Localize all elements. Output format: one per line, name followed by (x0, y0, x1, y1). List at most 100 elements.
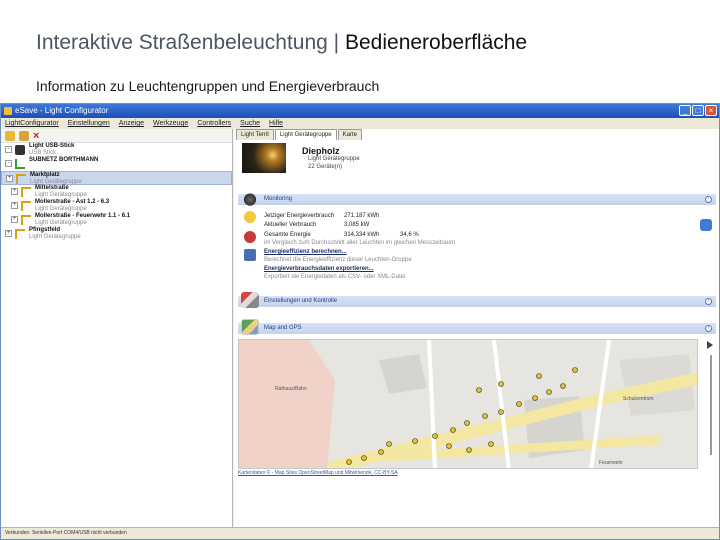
menu-controllers[interactable]: Controllers (197, 118, 231, 129)
menu-werkzeuge[interactable]: Werkzeuge (153, 118, 188, 129)
pan-arrow-icon[interactable] (707, 341, 713, 349)
tree-item-type: Light Gerätegruppe (35, 192, 87, 198)
maximize-button[interactable]: □ (692, 105, 704, 116)
energy-label: Gesamte Energie (264, 232, 311, 238)
map-controls (705, 339, 717, 469)
lamp-marker[interactable] (432, 433, 438, 439)
open-folder-icon[interactable] (19, 131, 29, 141)
section-map[interactable]: Map and GPS › (238, 319, 716, 335)
collapse-icon[interactable]: - (5, 160, 12, 167)
lamp-marker[interactable] (498, 381, 504, 387)
menu-einstellungen[interactable]: Einstellungen (68, 118, 110, 129)
map-icon (241, 319, 259, 335)
tree-item-name: Mollerstraße - Ast 1.2 - 6.3 (35, 199, 110, 205)
tree-item[interactable]: + Mollerstraße - Ast 1.2 - 6.3 Light Gerät… (1, 199, 232, 213)
map-credit-link[interactable]: Kartendaten © - Map Sites OpenStreetMap … (238, 470, 398, 476)
expand-icon[interactable]: + (11, 216, 18, 223)
slide-title-emphasis: Bedieneroberfläche (344, 31, 528, 54)
expand-icon[interactable]: + (5, 230, 12, 237)
lamp-marker[interactable] (378, 449, 384, 455)
tree-item[interactable]: + Pfingstfeld Light Gerätegruppe (1, 227, 232, 241)
tab-light-geraetegruppe[interactable]: Light Gerätegruppe (274, 129, 337, 140)
delete-icon[interactable]: × (33, 131, 43, 142)
lamp-marker[interactable] (498, 409, 504, 415)
close-button[interactable]: × (705, 105, 717, 116)
section-monitoring[interactable]: Monitoring › (238, 190, 716, 206)
menu-lightconfigurator[interactable]: LightConfigurator (5, 118, 59, 129)
section-settings[interactable]: Einstellungen und Kontrolle › (238, 292, 716, 308)
tree-item[interactable]: - Light USB-Stick USB Stick (1, 143, 232, 157)
cable-icon (241, 292, 259, 308)
map-label: Feuerwehr (599, 460, 623, 466)
section-map-label: Map and GPS (264, 325, 302, 331)
slide-subtitle: Information zu Leuchtengruppen und Energ… (36, 78, 380, 94)
lamp-marker[interactable] (464, 420, 470, 426)
tab-karte[interactable]: Karte (337, 129, 362, 140)
lamp-marker[interactable] (516, 401, 522, 407)
tree-item-name: SUBNETZ BORTHMANN (29, 157, 99, 163)
map-label: Schulzentrum (623, 396, 654, 402)
chart-icon (244, 249, 256, 261)
lamp-marker[interactable] (466, 447, 472, 453)
detail-tabs: Light Territ Light Gerätegruppe Karte (234, 129, 362, 140)
status-bar: Verbunden: Seriellen-Port COM4/USB nicht… (1, 527, 719, 539)
expand-icon[interactable]: + (6, 175, 13, 182)
lamp-marker[interactable] (546, 389, 552, 395)
lamp-marker[interactable] (560, 383, 566, 389)
group-photo (242, 143, 286, 173)
park-area (239, 340, 335, 468)
energy-percent: 34,6 % (400, 232, 419, 238)
chevron-icon[interactable]: › (705, 196, 712, 203)
detail-panel: Light Territ Light Gerätegruppe Karte Di… (234, 129, 719, 527)
street-map[interactable]: Rathaus/Bahn Feuerwehr Schulzentrum (238, 339, 698, 469)
tree-item-name: Pfingstfeld (29, 227, 60, 233)
lamp-marker[interactable] (536, 373, 542, 379)
add-device-icon[interactable] (5, 131, 15, 141)
device-tree-panel: × - Light USB-Stick USB Stick - SUBNETZ BORT… (1, 129, 233, 527)
lamp-marker[interactable] (446, 443, 452, 449)
tree-item[interactable]: + Mollerstraße - Feuerwehr 1.1 - 6.1 Light… (1, 213, 232, 227)
lamp-marker[interactable] (488, 441, 494, 447)
usb-icon (15, 145, 25, 155)
tab-light-territ[interactable]: Light Territ (236, 129, 274, 140)
tree-item[interactable]: + Mittelstraße Light Gerätegruppe (1, 185, 232, 199)
energy-label: Jetziger Energieverbrauch (264, 213, 335, 219)
section-monitoring-label: Monitoring (264, 196, 293, 202)
lamp-marker[interactable] (386, 441, 392, 447)
lamp-marker[interactable] (450, 427, 456, 433)
menu-anzeige[interactable]: Anzeige (119, 118, 144, 129)
lamp-marker[interactable] (346, 459, 352, 465)
menu-hilfe[interactable]: Hilfe (269, 118, 283, 129)
tree-item[interactable]: + Marktplatz Light Gerätegruppe (1, 171, 232, 185)
tree-item-type: Light Gerätegruppe (35, 206, 87, 212)
lamp-marker[interactable] (572, 367, 578, 373)
chevron-icon[interactable]: › (705, 298, 712, 305)
energy-value: 271,187 kWh (344, 213, 380, 219)
collapse-icon[interactable]: - (5, 146, 12, 153)
app-window: eSave - Light Configurator _ □ × LightCo… (0, 103, 720, 540)
zoom-slider[interactable] (710, 355, 712, 455)
lamp-marker[interactable] (412, 438, 418, 444)
lamp-marker[interactable] (532, 395, 538, 401)
expand-icon[interactable]: + (11, 202, 18, 209)
refresh-icon[interactable] (700, 219, 712, 231)
eco-icon (244, 231, 256, 243)
window-titlebar[interactable]: eSave - Light Configurator _ □ × (1, 104, 719, 118)
signal-icon (15, 159, 25, 169)
window-controls: _ □ × (679, 105, 717, 116)
lamp-marker[interactable] (476, 387, 482, 393)
group-header: Diepholz Light Gerätegruppe 22 Geräte(n) (238, 141, 716, 181)
minimize-button[interactable]: _ (679, 105, 691, 116)
energy-label: Aktueller Verbrauch (264, 222, 317, 228)
tree-toolbar: × (1, 129, 232, 143)
lamp-marker[interactable] (482, 413, 488, 419)
lamp-marker[interactable] (361, 455, 367, 461)
tree-item-name: Mollerstraße - Feuerwehr 1.1 - 6.1 (35, 213, 131, 219)
tree-item-name: Marktplatz (30, 172, 60, 178)
tree-item-type: Light Gerätegruppe (29, 234, 81, 240)
chevron-icon[interactable]: › (705, 325, 712, 332)
tree-item[interactable]: - SUBNETZ BORTHMANN (1, 157, 232, 171)
expand-icon[interactable]: + (11, 188, 18, 195)
menu-suche[interactable]: Suche (240, 118, 260, 129)
lamp-icon (16, 174, 26, 184)
